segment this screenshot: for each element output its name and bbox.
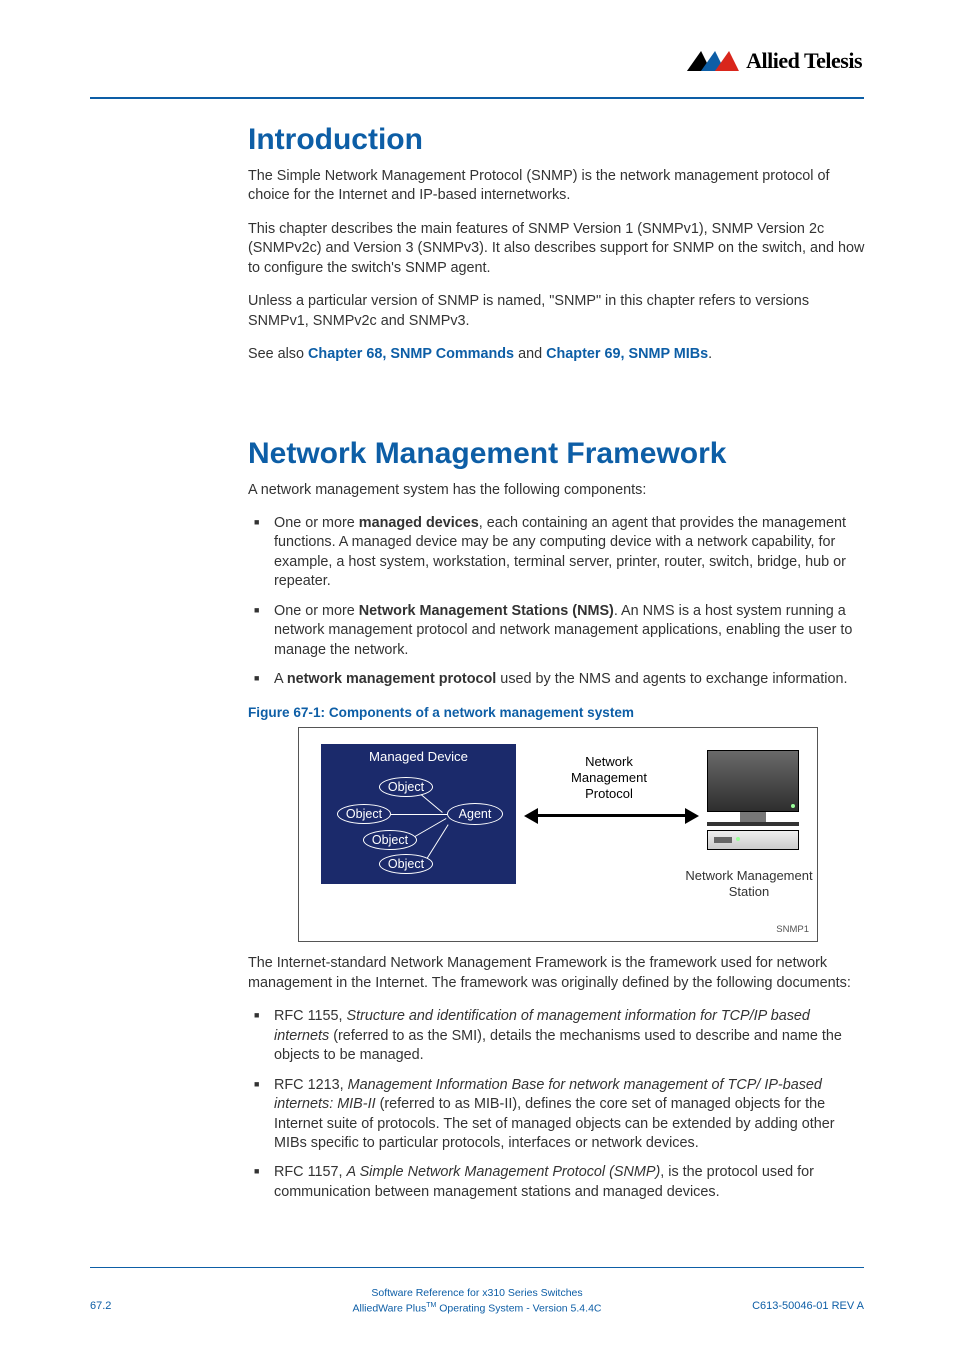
- footer-line-1: Software Reference for x310 Series Switc…: [371, 1287, 582, 1299]
- see-also-mid: and: [514, 346, 546, 362]
- content-area: Introduction The Simple Network Manageme…: [248, 123, 868, 1202]
- intro-paragraph-1: The Simple Network Management Protocol (…: [248, 167, 868, 206]
- rfc-list: RFC 1155, Structure and identification o…: [248, 1007, 868, 1202]
- li-bold: Network Management Stations (NMS): [359, 603, 614, 619]
- li-text: RFC 1157,: [274, 1164, 347, 1180]
- managed-device-label: Managed Device: [321, 744, 516, 772]
- connector-line: [427, 825, 449, 859]
- li-bold: managed devices: [359, 515, 479, 531]
- list-item: A network management protocol used by th…: [248, 670, 868, 689]
- list-item: RFC 1213, Management Information Base fo…: [248, 1076, 868, 1154]
- managed-device-box: Managed Device Object Object Object Obje…: [321, 744, 516, 884]
- heading-introduction: Introduction: [248, 123, 868, 157]
- intro-paragraph-3: Unless a particular version of SNMP is n…: [248, 292, 868, 331]
- figure-container: Managed Device Object Object Object Obje…: [248, 727, 868, 942]
- figure-caption: Figure 67-1: Components of a network man…: [248, 705, 868, 720]
- header-divider: [90, 97, 864, 99]
- link-chapter-69[interactable]: Chapter 69, SNMP MIBs: [546, 346, 708, 362]
- document-revision: C613-50046-01 REV A: [752, 1300, 864, 1312]
- heading-nmf: Network Management Framework: [248, 437, 868, 471]
- figure-tag: SNMP1: [776, 924, 809, 935]
- page-number: 67.2: [90, 1300, 111, 1312]
- agent-oval: Agent: [447, 803, 503, 825]
- object-oval: Object: [363, 830, 417, 850]
- see-also-prefix: See also: [248, 346, 308, 362]
- nms-label: Network Management Station: [669, 868, 829, 899]
- li-text: One or more: [274, 603, 359, 619]
- li-bold: network management protocol: [287, 671, 497, 687]
- brand-logo: Allied Telesis: [688, 48, 862, 74]
- footer-text: Operating System - Version 5.4.4C: [436, 1302, 601, 1314]
- brand-name: Allied Telesis: [746, 48, 862, 74]
- document-page: Allied Telesis Introduction The Simple N…: [0, 0, 954, 1350]
- logo-mark-icon: [688, 50, 740, 72]
- nmf-intro-paragraph: A network management system has the foll…: [248, 481, 868, 500]
- nmf-components-list: One or more managed devices, each contai…: [248, 514, 868, 690]
- trademark-symbol: TM: [426, 1302, 436, 1309]
- li-italic: A Simple Network Management Protocol (SN…: [347, 1164, 661, 1180]
- list-item: RFC 1155, Structure and identification o…: [248, 1007, 868, 1065]
- li-text: A: [274, 671, 287, 687]
- intro-paragraph-2: This chapter describes the main features…: [248, 220, 868, 278]
- footer-text: AlliedWare Plus: [352, 1302, 426, 1314]
- nmp-label: Network Management Protocol: [554, 754, 664, 801]
- footer-divider: [90, 1267, 864, 1268]
- li-text: (referred to as the SMI), details the me…: [274, 1028, 842, 1063]
- object-oval: Object: [379, 777, 433, 797]
- footer-center: Software Reference for x310 Series Switc…: [90, 1286, 864, 1316]
- list-item: RFC 1157, A Simple Network Management Pr…: [248, 1163, 868, 1202]
- li-text: RFC 1155,: [274, 1008, 347, 1024]
- bidirectional-arrow-icon: [524, 808, 699, 824]
- figure-diagram: Managed Device Object Object Object Obje…: [298, 727, 818, 942]
- see-also-suffix: .: [708, 346, 712, 362]
- li-text: One or more: [274, 515, 359, 531]
- li-text: RFC 1213,: [274, 1077, 348, 1093]
- li-text: used by the NMS and agents to exchange i…: [496, 671, 847, 687]
- link-chapter-68[interactable]: Chapter 68, SNMP Commands: [308, 346, 514, 362]
- list-item: One or more managed devices, each contai…: [248, 514, 868, 592]
- object-oval: Object: [379, 854, 433, 874]
- intro-paragraph-4: See also Chapter 68, SNMP Commands and C…: [248, 345, 868, 364]
- connector-line: [391, 814, 447, 815]
- nms-computer-icon: [704, 750, 802, 850]
- after-figure-paragraph: The Internet-standard Network Management…: [248, 954, 868, 993]
- object-oval: Object: [337, 804, 391, 824]
- list-item: One or more Network Management Stations …: [248, 602, 868, 660]
- footer-line-2: AlliedWare PlusTM Operating System - Ver…: [90, 1301, 864, 1316]
- connector-line: [421, 795, 443, 814]
